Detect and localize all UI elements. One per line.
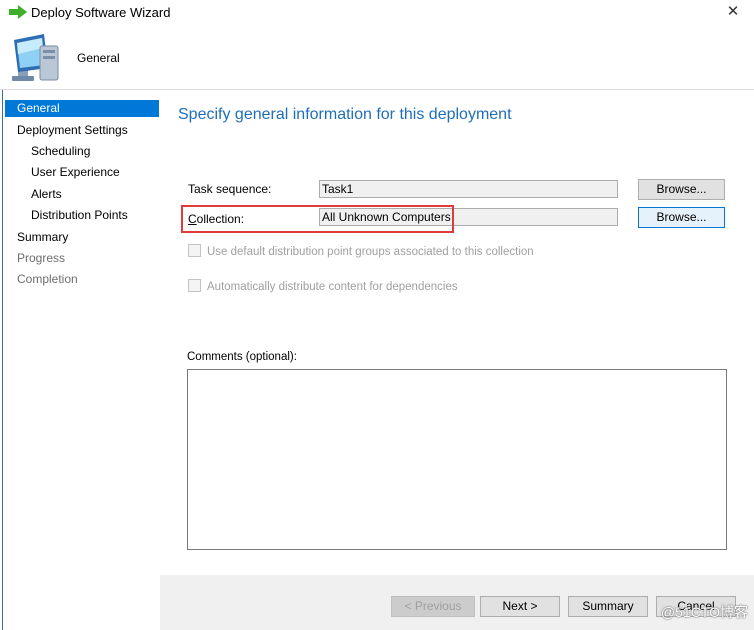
auto-distribute-label: Automatically distribute content for dep… bbox=[207, 281, 458, 293]
sidebar-item-alerts[interactable]: Alerts bbox=[31, 186, 62, 203]
deploy-software-wizard-window: Deploy Software Wizard ✕ General General… bbox=[0, 0, 754, 630]
sidebar-item-completion: Completion bbox=[17, 272, 78, 286]
task-sequence-label: Task sequence: bbox=[188, 182, 272, 196]
task-sequence-field[interactable]: Task1 bbox=[319, 180, 618, 198]
sidebar-item-distribution-points[interactable]: Distribution Points bbox=[31, 207, 128, 224]
green-arrow-icon bbox=[9, 5, 27, 19]
default-dp-groups-checkbox bbox=[188, 244, 201, 258]
sidebar-item-scheduling[interactable]: Scheduling bbox=[31, 143, 90, 160]
sidebar-item-summary[interactable]: Summary bbox=[17, 229, 68, 246]
collection-browse-button[interactable]: Browse... bbox=[638, 207, 725, 228]
previous-button: < Previous bbox=[391, 596, 475, 617]
collection-highlight-annotation bbox=[181, 205, 454, 233]
sidebar-item-deployment-settings[interactable]: Deployment Settings bbox=[17, 122, 128, 139]
window-title: Deploy Software Wizard bbox=[31, 5, 171, 20]
default-dp-groups-option: Use default distribution point groups as… bbox=[188, 244, 534, 260]
task-sequence-browse-button[interactable]: Browse... bbox=[638, 179, 725, 200]
sidebar-item-general[interactable]: General bbox=[5, 100, 159, 117]
auto-distribute-checkbox bbox=[188, 279, 201, 293]
next-button[interactable]: Next > bbox=[480, 596, 560, 617]
wizard-sidebar: General Deployment Settings Scheduling U… bbox=[2, 90, 160, 630]
close-icon: ✕ bbox=[726, 3, 740, 20]
comments-textarea[interactable] bbox=[187, 369, 727, 550]
page-heading: Specify general information for this dep… bbox=[178, 106, 512, 123]
title-bar: Deploy Software Wizard ✕ bbox=[0, 0, 754, 26]
site-watermark: @51CTO博客 bbox=[660, 604, 748, 620]
default-dp-groups-label: Use default distribution point groups as… bbox=[207, 246, 534, 258]
wizard-header: General bbox=[0, 26, 754, 90]
computer-monitor-icon bbox=[12, 34, 59, 81]
summary-button[interactable]: Summary bbox=[568, 596, 648, 617]
comments-label: Comments (optional): bbox=[187, 351, 297, 363]
sidebar-item-progress: Progress bbox=[17, 251, 66, 265]
auto-distribute-option: Automatically distribute content for dep… bbox=[188, 279, 458, 295]
sidebar-item-user-experience[interactable]: User Experience bbox=[31, 164, 120, 181]
header-title: General bbox=[77, 51, 120, 65]
close-button[interactable]: ✕ bbox=[718, 2, 748, 22]
